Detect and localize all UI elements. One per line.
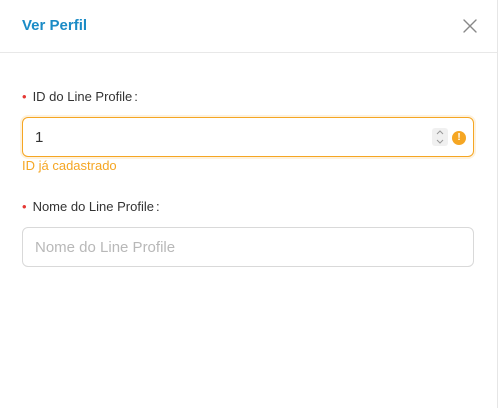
stepper-down-button[interactable] [432, 137, 448, 146]
label-colon: : [155, 199, 160, 214]
line-profile-id-input[interactable] [35, 127, 415, 147]
line-profile-id-label-text: ID do Line Profile [32, 89, 133, 104]
required-indicator: • [22, 199, 27, 214]
required-indicator: • [22, 89, 27, 104]
label-colon: : [134, 89, 138, 104]
warning-icon: ! [452, 131, 466, 145]
quantity-stepper[interactable] [432, 128, 448, 146]
id-warning-message: ID já cadastrado [22, 158, 117, 173]
modal-header: Ver Perfil [0, 0, 497, 53]
modal-title: Ver Perfil [22, 17, 88, 34]
chevron-down-icon [436, 139, 444, 144]
line-profile-name-input-wrapper [22, 227, 474, 267]
line-profile-id-label: • ID do Line Profile: [22, 88, 138, 106]
chevron-up-icon [436, 130, 444, 135]
line-profile-id-input-wrapper: ! [22, 117, 474, 157]
line-profile-name-label-text: Nome do Line Profile [32, 199, 154, 214]
line-profile-name-input[interactable] [35, 237, 415, 257]
close-icon [463, 19, 477, 33]
close-button[interactable] [461, 17, 479, 35]
stepper-up-button[interactable] [432, 128, 448, 137]
line-profile-name-label: • Nome do Line Profile: [22, 198, 160, 216]
view-profile-modal: Ver Perfil •ID do Line Profile: ! ID [0, 0, 498, 408]
